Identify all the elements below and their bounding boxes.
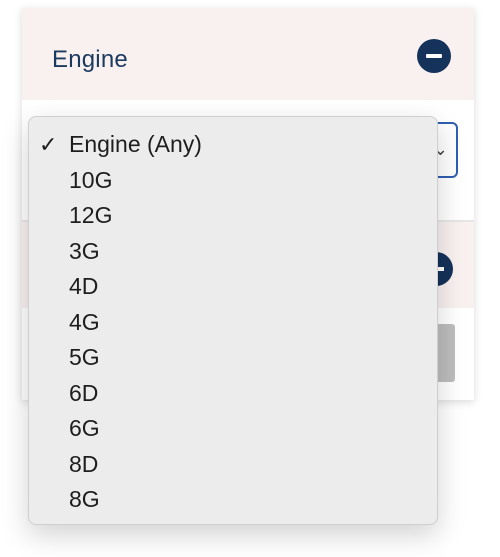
option-label: 8G: [69, 486, 100, 512]
option-label: 3G: [69, 237, 100, 264]
dropdown-option[interactable]: 10G: [29, 163, 437, 199]
dropdown-option[interactable]: 8D: [29, 447, 437, 483]
dropdown-option[interactable]: 3G: [29, 234, 437, 270]
minus-circle-icon[interactable]: [417, 39, 451, 73]
minus-bar: [426, 54, 442, 58]
option-label: 6D: [69, 379, 99, 406]
option-label: 6G: [69, 415, 100, 441]
option-label: 4D: [69, 273, 99, 299]
option-label: 4G: [69, 308, 100, 335]
engine-dropdown-menu[interactable]: ✓ Engine (Any) 10G 12G 3G 4D 4G 5G 6D 6G…: [28, 116, 438, 525]
engine-panel-header[interactable]: Engine: [22, 8, 474, 100]
dropdown-option[interactable]: 6D: [29, 376, 437, 412]
dropdown-option[interactable]: 4D: [29, 269, 437, 305]
dropdown-option[interactable]: 12G: [29, 198, 437, 234]
option-label: 5G: [69, 344, 100, 370]
checkmark-icon: ✓: [39, 132, 58, 157]
dropdown-option[interactable]: 8G: [29, 482, 437, 518]
dropdown-option[interactable]: 4G: [29, 305, 437, 341]
option-label: 10G: [69, 166, 113, 193]
dropdown-option[interactable]: ✓ Engine (Any): [29, 127, 437, 163]
option-label: Engine (Any): [69, 131, 202, 157]
dropdown-option[interactable]: 6G: [29, 411, 437, 447]
stage: Engine ⌄ ✓ Engine (Any) 10G 12G 3G 4D 4G…: [0, 0, 500, 557]
option-label: 12G: [69, 202, 113, 228]
option-label: 8D: [69, 450, 99, 477]
panel-title: Engine: [52, 46, 128, 73]
dropdown-option[interactable]: 5G: [29, 340, 437, 376]
